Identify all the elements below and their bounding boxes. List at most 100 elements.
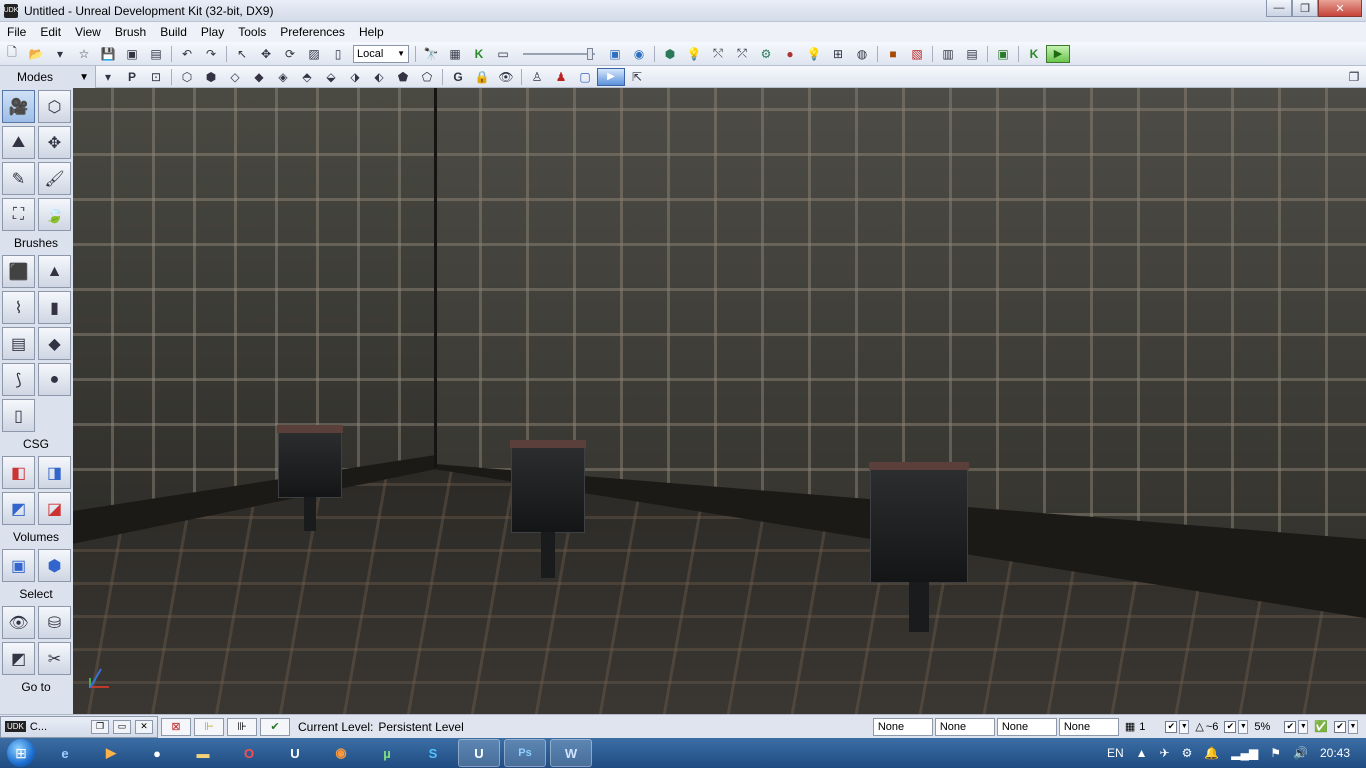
close-icon[interactable]: ✕ (135, 719, 153, 734)
nonuniform-scale-icon[interactable]: ▯ (328, 45, 348, 63)
invert-selection-icon[interactable]: ◩ (2, 642, 35, 675)
undo-icon[interactable]: ↶ (177, 45, 197, 63)
foliage-icon[interactable]: 🍃 (38, 198, 71, 231)
checkbox-icon[interactable]: ✔ (1224, 720, 1237, 733)
drag-grid-icon[interactable]: ⊠ (161, 717, 191, 736)
taskbar-explorer-icon[interactable]: ▬ (182, 739, 224, 767)
cook-icon[interactable]: ▧ (907, 45, 927, 63)
show-selected-icon[interactable]: 👁 (2, 606, 35, 639)
shader-complexity-icon[interactable]: ⬖ (369, 68, 389, 86)
start-button[interactable]: ⊞ (0, 738, 42, 768)
chevron-down-icon[interactable]: ▼ (1179, 719, 1190, 734)
binoculars-search-icon[interactable]: 🔭 (421, 45, 441, 63)
light-bulb-icon[interactable]: 💡 (804, 45, 824, 63)
cube-brush-icon[interactable]: ⬛ (2, 255, 35, 288)
terrain-mode-icon[interactable]: ⛰ (2, 126, 35, 159)
minimized-window[interactable]: UDK C... ❐ ▭ ✕ (0, 715, 158, 738)
taskbar-media-icon[interactable]: ▶ (90, 739, 132, 767)
menu-file[interactable]: File (0, 22, 33, 42)
restore-icon[interactable]: ❐ (91, 719, 109, 734)
autosave-status-icon[interactable]: ✅ (1314, 720, 1328, 733)
texture-density-icon[interactable]: ⬗ (345, 68, 365, 86)
wireframe-icon[interactable]: ⬢ (201, 68, 221, 86)
game-mode-icon[interactable]: G (448, 68, 468, 86)
translate-icon[interactable]: ✥ (256, 45, 276, 63)
volumetric-brush-icon[interactable]: ▯ (2, 399, 35, 432)
lightmap-density-icon[interactable]: ⬟ (393, 68, 413, 86)
build-lighting-icon[interactable]: 💡 (684, 45, 704, 63)
machine-mesh[interactable] (277, 425, 343, 531)
restore-button[interactable]: ❐ (1292, 0, 1318, 17)
menu-preferences[interactable]: Preferences (273, 22, 352, 42)
cover-tool-icon[interactable]: ⊞ (828, 45, 848, 63)
viewport-options-icon[interactable]: ⊡ (146, 68, 166, 86)
frame-icon[interactable]: ▢ (575, 68, 595, 86)
volume-icon[interactable]: 🔊 (1293, 746, 1308, 760)
taskbar-word-icon[interactable]: W (550, 739, 592, 767)
game-stats-icon[interactable]: ▥ (938, 45, 958, 63)
taskbar-opera-icon[interactable]: O (228, 739, 270, 767)
game-view-icon[interactable]: ◉ (629, 45, 649, 63)
checkbox-icon[interactable]: ✔ (1334, 720, 1346, 733)
scale-snap-toggle[interactable]: ✔ ▼ (1284, 719, 1309, 734)
play-on-pc-icon[interactable]: ▣ (993, 45, 1013, 63)
unlit-icon[interactable]: ◇ (225, 68, 245, 86)
sphere-brush-icon[interactable]: ● (38, 363, 71, 396)
build-paths-icon[interactable]: ⤲ (708, 45, 728, 63)
language-indicator[interactable]: EN (1107, 746, 1124, 760)
status-field[interactable]: None (1058, 717, 1119, 736)
camera-speed-slider[interactable] (523, 47, 595, 60)
cone-brush-icon[interactable]: ▲ (38, 255, 71, 288)
menu-edit[interactable]: Edit (33, 22, 68, 42)
save-all-icon[interactable]: ▤ (146, 45, 166, 63)
grid-size-control[interactable]: ▦ 1 (1125, 720, 1146, 734)
play-in-editor-button[interactable]: ▶ (1046, 44, 1070, 63)
sheet-brush-icon[interactable]: ◆ (38, 327, 71, 360)
brush-wireframe-icon[interactable]: ⬡ (177, 68, 197, 86)
minimize-button[interactable]: — (1266, 0, 1292, 17)
rotate-icon[interactable]: ⟳ (280, 45, 300, 63)
tray-app-icon[interactable]: 🔔 (1204, 746, 1219, 760)
taskbar-udk-icon[interactable]: U (274, 739, 316, 767)
camera-mode-icon[interactable]: 🎥 (2, 90, 35, 123)
sentinel-icon[interactable]: ▤ (962, 45, 982, 63)
build-cover-icon[interactable]: ⤱ (732, 45, 752, 63)
rotation-grid-icon[interactable]: ⊩ (194, 717, 224, 736)
select-none-icon[interactable]: ✂ (38, 642, 71, 675)
texture-align-icon[interactable]: ✎ (2, 162, 35, 195)
scale-icon[interactable]: ▨ (304, 45, 324, 63)
clock[interactable]: 20:43 (1320, 746, 1350, 760)
chevron-down-icon[interactable]: ▼ (79, 72, 89, 83)
checkbox-icon[interactable]: ✔ (1284, 720, 1297, 733)
build-all-icon[interactable]: ⚙ (756, 45, 776, 63)
taskbar-ie-icon[interactable]: e (44, 739, 86, 767)
autosave-icon[interactable]: ✔ (260, 717, 290, 736)
menu-view[interactable]: View (68, 22, 108, 42)
reflections-icon[interactable]: ⬠ (417, 68, 437, 86)
select-cursor-icon[interactable]: ↖ (232, 45, 252, 63)
favorite-star-icon[interactable]: ☆ (74, 45, 94, 63)
machine-mesh[interactable] (869, 462, 969, 632)
action-center-flag-icon[interactable]: ⚑ (1270, 746, 1281, 760)
matinee-icon[interactable]: ▭ (493, 45, 513, 63)
taskbar-udk-editor-icon[interactable]: U (458, 739, 500, 767)
tray-app-icon[interactable]: ✈ (1160, 746, 1170, 760)
viewport-type-icon[interactable]: ▾ (98, 68, 118, 86)
detail-lighting-icon[interactable]: ◈ (273, 68, 293, 86)
chevron-down-icon[interactable]: ▼ (1298, 719, 1309, 734)
actor-icon[interactable]: ♙ (527, 68, 547, 86)
actor-active-icon[interactable]: ♟ (551, 68, 571, 86)
content-browser-icon[interactable]: ▦ (445, 45, 465, 63)
angle-snap-control[interactable]: △ ~6 (1195, 720, 1218, 734)
hide-selected-icon[interactable]: ⛁ (38, 606, 71, 639)
landscape-icon[interactable]: ⛶ (2, 198, 35, 231)
open-file-icon[interactable]: 📂 (26, 45, 46, 63)
status-field[interactable]: None (996, 717, 1057, 736)
move-mode-icon[interactable]: ✥ (38, 126, 71, 159)
restore-viewport-icon[interactable]: ❐ (1344, 68, 1364, 86)
redo-icon[interactable]: ↷ (201, 45, 221, 63)
add-volume-icon[interactable]: ▣ (2, 549, 35, 582)
mesh-paint-icon[interactable]: 🖌 (38, 162, 71, 195)
lit-icon[interactable]: ◆ (249, 68, 269, 86)
kismet-icon[interactable]: K (469, 45, 489, 63)
